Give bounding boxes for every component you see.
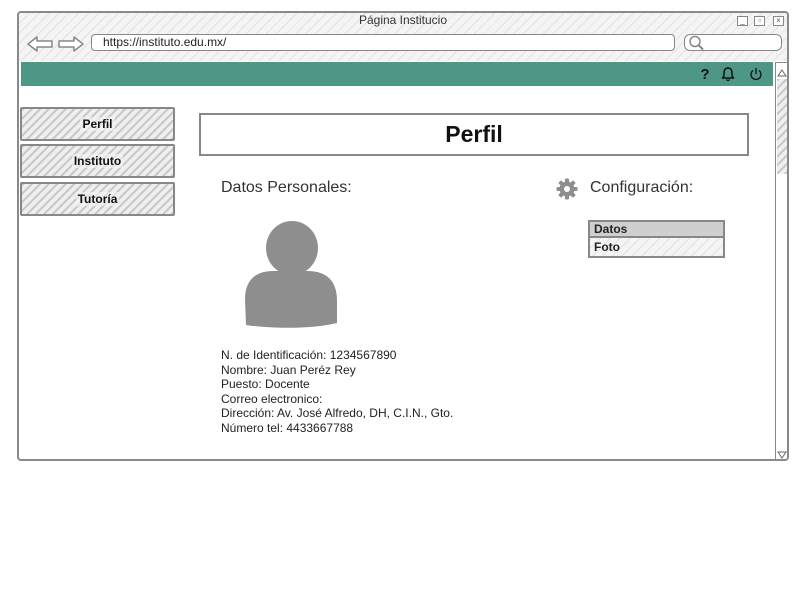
url-bar[interactable]: https://instituto.edu.mx/ (91, 34, 675, 51)
sidebar-item-label: Instituto (71, 154, 124, 168)
sidebar-item-label: Perfil (80, 117, 115, 131)
window-titlebar: Página Institucio _ ▫ × https://institut… (19, 13, 787, 61)
personal-data-heading: Datos Personales: (221, 179, 352, 196)
scroll-up-icon[interactable] (777, 65, 787, 77)
power-icon[interactable] (747, 65, 765, 83)
vertical-scrollbar[interactable] (775, 62, 787, 459)
config-list: Datos Foto (588, 220, 725, 258)
sidebar-item-perfil[interactable]: Perfil (20, 107, 175, 141)
window-title: Página Institucio (358, 13, 448, 27)
back-arrow-icon[interactable] (26, 35, 54, 53)
forward-arrow-icon[interactable] (57, 35, 85, 53)
browser-window: Página Institucio _ ▫ × https://institut… (17, 11, 789, 461)
scroll-down-icon[interactable] (777, 447, 787, 459)
sidebar-item-label: Tutoría (75, 192, 120, 206)
personal-info: N. de Identificación: 1234567890 Nombre:… (221, 348, 453, 435)
maximize-icon[interactable]: ▫ (754, 16, 765, 26)
address-text: Dirección: Av. José Alfredo, DH, C.I.N.,… (221, 406, 454, 420)
config-item-foto[interactable]: Foto (588, 238, 725, 258)
help-icon[interactable]: ? (696, 65, 714, 83)
gear-icon[interactable] (556, 178, 578, 205)
email-text: Correo electronico: (221, 391, 323, 406)
sidebar-item-tutoria[interactable]: Tutoría (20, 182, 175, 216)
search-icon (689, 35, 704, 51)
browser-search-input[interactable] (684, 34, 782, 51)
bell-icon[interactable] (719, 65, 737, 83)
minimize-icon[interactable]: _ (737, 16, 748, 26)
close-icon[interactable]: × (773, 16, 784, 26)
config-item-datos[interactable]: Datos (588, 220, 725, 238)
sidebar-item-instituto[interactable]: Instituto (20, 144, 175, 178)
config-heading: Configuración: (590, 179, 694, 196)
phone-text: Número tel: 4433667788 (221, 420, 354, 435)
scroll-thumb[interactable] (777, 79, 787, 174)
avatar-icon (243, 221, 338, 334)
name-text: Nombre: Juan Peréz Rey (221, 362, 356, 377)
role-text: Puesto: Docente (221, 377, 310, 391)
page-title: Perfil (199, 113, 749, 156)
id-number-text: N. de Identificación: 1234567890 (221, 348, 397, 362)
app-top-bar: ? (21, 62, 773, 86)
